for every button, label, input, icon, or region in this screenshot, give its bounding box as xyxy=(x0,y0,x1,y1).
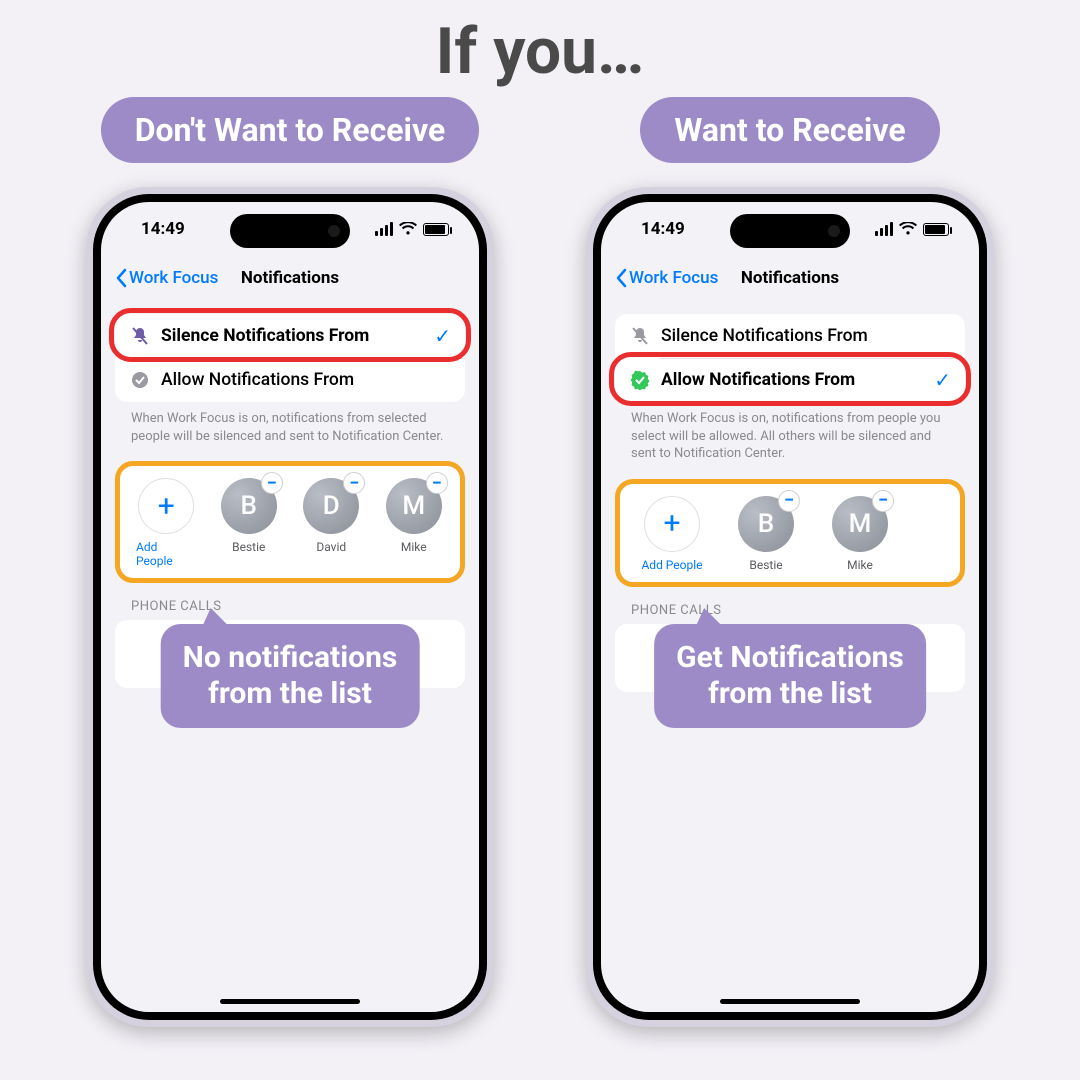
nav-bar: Work Focus Notifications xyxy=(101,256,479,300)
chevron-left-icon xyxy=(615,268,627,288)
option-silence[interactable]: Silence Notifications From xyxy=(615,314,965,358)
avatar-initial: D xyxy=(323,491,340,521)
person-item[interactable]: M− Mike xyxy=(824,496,896,572)
add-people-label: Add People xyxy=(641,558,702,572)
option-allow-label: Allow Notifications From xyxy=(161,370,354,390)
avatar-initial: M xyxy=(849,509,872,539)
person-name: Mike xyxy=(401,540,427,554)
option-allow-label: Allow Notifications From xyxy=(661,370,855,390)
person-name: Mike xyxy=(847,558,873,572)
avatar-initial: B xyxy=(758,509,774,539)
option-silence-label: Silence Notifications From xyxy=(661,326,868,346)
section-phone-calls: PHONE CALLS xyxy=(131,599,465,614)
avatar-initial: M xyxy=(402,491,425,521)
dynamic-island xyxy=(230,214,350,248)
plus-icon: + xyxy=(644,496,700,552)
chevron-left-icon xyxy=(115,268,127,288)
options-card: Silence Notifications From ✓ Allow Notif… xyxy=(115,314,465,402)
people-card: + Add People B− Bestie M− Mike xyxy=(615,479,965,587)
people-card: + Add People B− Bestie D− David xyxy=(115,461,465,583)
home-indicator[interactable] xyxy=(220,999,360,1004)
check-icon: ✓ xyxy=(934,368,951,392)
person-name: Bestie xyxy=(232,540,265,554)
person-item[interactable]: B− Bestie xyxy=(219,478,280,568)
pill-want: Want to Receive xyxy=(640,97,939,163)
cellular-icon xyxy=(875,222,893,236)
remove-icon[interactable]: − xyxy=(261,472,283,494)
back-label: Work Focus xyxy=(129,268,218,288)
remove-icon[interactable]: − xyxy=(343,472,365,494)
person-item[interactable]: B− Bestie xyxy=(730,496,802,572)
avatar-initial: B xyxy=(241,491,257,521)
wifi-icon xyxy=(399,222,417,236)
add-people-button[interactable]: + Add People xyxy=(136,478,197,568)
nav-bar: Work Focus Notifications xyxy=(601,256,979,300)
dynamic-island xyxy=(730,214,850,248)
status-time: 14:49 xyxy=(641,219,685,239)
person-item[interactable]: M− Mike xyxy=(384,478,445,568)
option-silence-label: Silence Notifications From xyxy=(161,326,369,346)
options-card: Silence Notifications From Allow Notific… xyxy=(615,314,965,402)
home-indicator[interactable] xyxy=(720,999,860,1004)
option-allow[interactable]: Allow Notifications From xyxy=(115,358,465,402)
back-button[interactable]: Work Focus xyxy=(615,268,718,288)
option-description: When Work Focus is on, notifications fro… xyxy=(115,402,465,445)
option-silence[interactable]: Silence Notifications From ✓ xyxy=(115,314,465,358)
phone-left: 14:49 Work Focus Notifications xyxy=(86,187,494,1027)
add-people-button[interactable]: + Add People xyxy=(636,496,708,572)
battery-icon xyxy=(423,223,449,236)
status-time: 14:49 xyxy=(141,219,185,239)
back-button[interactable]: Work Focus xyxy=(115,268,218,288)
cellular-icon xyxy=(375,222,393,236)
plus-icon: + xyxy=(138,478,194,534)
check-icon: ✓ xyxy=(434,324,451,348)
column-want: Want to Receive 14:49 Work Focus xyxy=(575,97,1005,1027)
add-people-label: Add People xyxy=(136,540,197,568)
back-label: Work Focus xyxy=(629,268,718,288)
callout-right: Get Notificationsfrom the list xyxy=(654,624,926,728)
nav-title: Notifications xyxy=(741,268,839,288)
section-phone-calls: PHONE CALLS xyxy=(631,603,965,618)
phone-right: 14:49 Work Focus Notifications xyxy=(586,187,994,1027)
battery-icon xyxy=(923,223,949,236)
badge-check-icon xyxy=(629,370,651,390)
person-item[interactable]: D− David xyxy=(301,478,362,568)
pill-dont-want: Don't Want to Receive xyxy=(101,97,480,163)
person-name: David xyxy=(316,540,346,554)
bell-slash-icon xyxy=(629,326,651,346)
wifi-icon xyxy=(899,222,917,236)
bell-slash-icon xyxy=(129,326,151,346)
remove-icon[interactable]: − xyxy=(426,472,448,494)
option-description: When Work Focus is on, notifications fro… xyxy=(615,402,965,463)
callout-left: No notificationsfrom the list xyxy=(161,624,420,728)
badge-check-icon xyxy=(129,370,151,390)
nav-title: Notifications xyxy=(241,268,339,288)
remove-icon[interactable]: − xyxy=(872,490,894,512)
person-name: Bestie xyxy=(749,558,782,572)
option-allow[interactable]: Allow Notifications From ✓ xyxy=(615,358,965,402)
remove-icon[interactable]: − xyxy=(778,490,800,512)
page-heading: If you… xyxy=(0,0,1080,89)
column-dont-want: Don't Want to Receive 14:49 Work Focus xyxy=(75,97,505,1027)
